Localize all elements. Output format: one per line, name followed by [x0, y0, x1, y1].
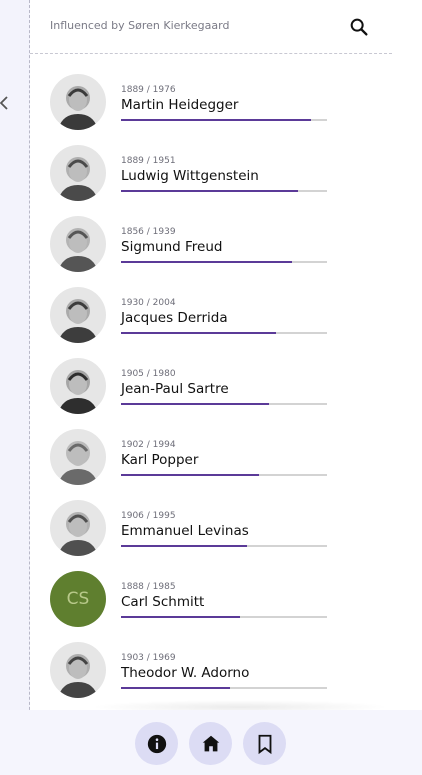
- influence-bar-fill: [121, 616, 241, 618]
- person-name: Sigmund Freud: [121, 239, 223, 255]
- person-name: Theodor W. Adorno: [121, 665, 250, 681]
- influence-list: 1889 / 1976 Martin Heidegger 1889 / 1951 Lu…: [50, 74, 350, 713]
- home-button[interactable]: [189, 722, 232, 765]
- influence-bar-track: [121, 403, 327, 405]
- info-icon: [147, 734, 166, 753]
- avatar-initials: CS: [50, 571, 106, 627]
- person-name: Martin Heidegger: [121, 97, 239, 113]
- life-dates: 1889 / 1951: [121, 156, 176, 166]
- life-dates: 1888 / 1985: [121, 582, 176, 592]
- person-name: Emmanuel Levinas: [121, 523, 249, 539]
- left-rail: [0, 0, 30, 775]
- life-dates: 1903 / 1969: [121, 653, 176, 663]
- search-icon[interactable]: [348, 16, 370, 38]
- influence-bar-fill: [121, 190, 299, 192]
- person-name: Ludwig Wittgenstein: [121, 168, 259, 184]
- bookmark-button[interactable]: [243, 722, 286, 765]
- page-title: Influenced by Søren Kierkegaard: [50, 19, 230, 32]
- avatar: [50, 74, 106, 130]
- influence-bar-track: [121, 687, 327, 689]
- influence-bar-fill: [121, 687, 231, 689]
- list-item[interactable]: 1902 / 1994 Karl Popper: [50, 429, 340, 500]
- life-dates: 1905 / 1980: [121, 369, 176, 379]
- person-name: Jean-Paul Sartre: [121, 381, 229, 397]
- life-dates: 1930 / 2004: [121, 298, 176, 308]
- influence-bar-track: [121, 261, 327, 263]
- info-button[interactable]: [135, 722, 178, 765]
- life-dates: 1856 / 1939: [121, 227, 176, 237]
- bookmark-icon: [258, 734, 271, 754]
- list-item[interactable]: 1930 / 2004 Jacques Derrida: [50, 287, 340, 358]
- influence-bar-track: [121, 545, 327, 547]
- influence-bar-track: [121, 332, 327, 334]
- influence-bar-fill: [121, 474, 260, 476]
- person-name: Jacques Derrida: [121, 310, 228, 326]
- influence-bar-track: [121, 474, 327, 476]
- influence-bar-fill: [121, 545, 247, 547]
- influence-bar-track: [121, 119, 327, 121]
- list-item[interactable]: 1905 / 1980 Jean-Paul Sartre: [50, 358, 340, 429]
- list-item[interactable]: 1906 / 1995 Emmanuel Levinas: [50, 500, 340, 571]
- list-item[interactable]: 1856 / 1939 Sigmund Freud: [50, 216, 340, 287]
- header: Influenced by Søren Kierkegaard: [30, 0, 392, 54]
- list-item[interactable]: CS 1888 / 1985 Carl Schmitt: [50, 571, 340, 642]
- life-dates: 1889 / 1976: [121, 85, 176, 95]
- avatar: [50, 287, 106, 343]
- life-dates: 1902 / 1994: [121, 440, 176, 450]
- influence-bar-fill: [121, 261, 292, 263]
- avatar: [50, 216, 106, 272]
- home-icon: [202, 735, 219, 751]
- influence-bar-fill: [121, 119, 311, 121]
- life-dates: 1906 / 1995: [121, 511, 176, 521]
- person-name: Karl Popper: [121, 452, 199, 468]
- person-name: Carl Schmitt: [121, 594, 205, 610]
- influence-bar-track: [121, 616, 327, 618]
- avatar: [50, 358, 106, 414]
- influence-bar-track: [121, 190, 327, 192]
- list-item[interactable]: 1889 / 1951 Ludwig Wittgenstein: [50, 145, 340, 216]
- list-item[interactable]: 1889 / 1976 Martin Heidegger: [50, 74, 340, 145]
- avatar: [50, 500, 106, 556]
- avatar: [50, 642, 106, 698]
- avatar: [50, 429, 106, 485]
- avatar: [50, 145, 106, 201]
- influence-bar-fill: [121, 403, 270, 405]
- influence-bar-fill: [121, 332, 276, 334]
- back-chevron-icon[interactable]: [0, 94, 12, 112]
